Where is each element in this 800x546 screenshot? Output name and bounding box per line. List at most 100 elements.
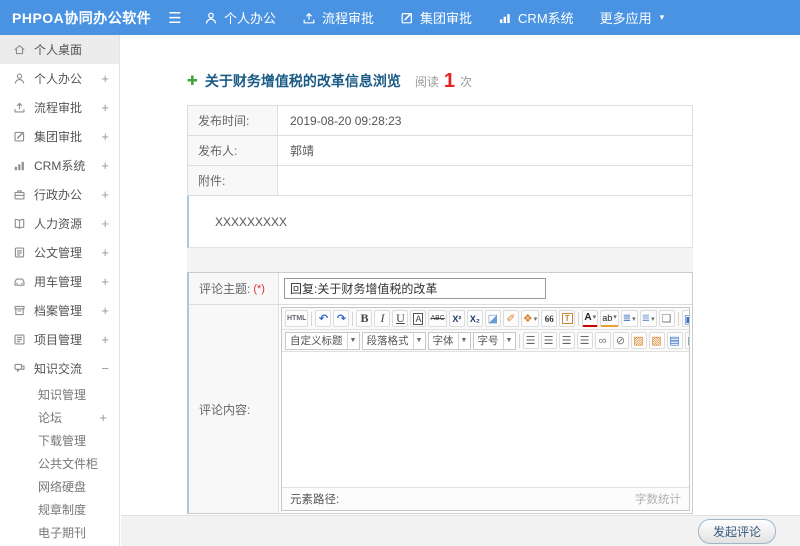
format-brush-button[interactable]: ✐: [502, 310, 519, 327]
undo-button[interactable]: ↶: [315, 310, 332, 327]
sidebar-item-knowledge-exchange[interactable]: 知识交流 −: [0, 354, 119, 383]
nav-item-group-approval[interactable]: 集团审批: [400, 8, 472, 27]
highlight-button[interactable]: ab ▾: [600, 310, 619, 327]
toolbar-separator: [677, 311, 679, 326]
user-icon: [12, 72, 27, 85]
comment-subject-input[interactable]: [284, 278, 546, 299]
font-size-select[interactable]: 字号 ▼: [472, 331, 516, 350]
top-nav: 个人办公 流程审批 集团审批 CRM系统 更多应用 ▾: [204, 8, 664, 27]
image-upload-button[interactable]: ▧: [648, 332, 665, 349]
blockquote-button[interactable]: 66: [541, 310, 558, 327]
font-family-select[interactable]: 字体 ▼: [427, 331, 471, 350]
book-icon: [12, 217, 27, 230]
editor-toolbar-row2: 自定义标题▼段落格式▼字体▼字号▼☰☰☰☰∞⊘▨▧▤▦: [282, 330, 689, 352]
project-icon: [12, 333, 27, 346]
toolbar-separator: [311, 311, 313, 326]
sidebar-item-admin-office[interactable]: 行政办公 +: [0, 180, 119, 209]
article-info-table: 发布时间: 2019-08-20 09:28:23 发布人: 郭靖 附件:: [187, 105, 693, 196]
sidebar-item-label: 行政办公: [34, 188, 83, 202]
superscript-button[interactable]: X²: [448, 310, 465, 327]
top-header: PHPOA协同办公软件 ☰ 个人办公 流程审批 集团审批 CRM系统 更多应用 ▾: [0, 0, 800, 35]
sidebar-subitem-e-journal[interactable]: 电子期刊: [0, 521, 119, 544]
align-justify-button[interactable]: ☰: [576, 332, 593, 349]
eraser-button[interactable]: ◪: [484, 310, 501, 327]
info-row: 附件:: [187, 165, 693, 196]
expand-plus-icon[interactable]: +: [101, 100, 109, 115]
paste-text-button[interactable]: T: [559, 310, 576, 327]
bold-button[interactable]: B: [356, 310, 373, 327]
nav-item-personal-office[interactable]: 个人办公: [204, 8, 276, 27]
expand-plus-icon[interactable]: +: [101, 129, 109, 144]
sidebar-item-vehicle-management[interactable]: 用车管理 +: [0, 267, 119, 296]
text-style-button[interactable]: ❖ ▾: [520, 310, 540, 327]
expand-plus-icon[interactable]: +: [101, 245, 109, 260]
char-border-button[interactable]: A: [410, 310, 427, 327]
sidebar-subitem-knowledge-management[interactable]: 知识管理: [0, 383, 119, 406]
strikethrough-button[interactable]: ABC: [428, 310, 447, 327]
submit-comment-button[interactable]: 发起评论: [697, 518, 776, 544]
nav-item-crm-system[interactable]: CRM系统: [498, 8, 574, 27]
sidebar-subitem-forum[interactable]: 论坛 +: [0, 406, 119, 429]
new-page-button[interactable]: ❏: [658, 310, 675, 327]
expand-plus-icon[interactable]: +: [101, 332, 109, 347]
font-color-button[interactable]: A ▾: [582, 310, 599, 327]
expand-plus-icon[interactable]: +: [101, 158, 109, 173]
sidebar-subitem-public-file-cabinet[interactable]: 公共文件柜: [0, 452, 119, 475]
comment-content-row: 评论内容: HTML ↶ ↷ B I U A ABC X² X₂ ◪ ✐ ❖ ▾ 66 T A ▾ ab ▾ ≣ ▾ ≣ ▾ ❏…: [189, 305, 692, 513]
article-content: XXXXXXXXX: [187, 196, 693, 248]
sidebar-subitem-download-management[interactable]: 下载管理: [0, 429, 119, 452]
sidebar-item-workflow-approval[interactable]: 流程审批 +: [0, 93, 119, 122]
sidebar-item-group-approval[interactable]: 集团审批 +: [0, 122, 119, 151]
menu-toggle-icon[interactable]: ☰: [158, 9, 192, 27]
italic-button[interactable]: I: [374, 310, 391, 327]
sidebar-subitem-rules-regulations[interactable]: 规章制度: [0, 498, 119, 521]
unordered-list-button[interactable]: ≣ ▾: [639, 310, 657, 327]
custom-heading-select[interactable]: 自定义标题 ▼: [285, 331, 360, 350]
html-source-button[interactable]: HTML: [285, 310, 309, 327]
sidebar-item-personal-desktop[interactable]: 个人桌面: [0, 35, 119, 64]
paragraph-format-select[interactable]: 段落格式 ▼: [361, 331, 426, 350]
nav-item-label: 集团审批: [420, 11, 473, 26]
sidebar-item-project-management[interactable]: 项目管理 +: [0, 325, 119, 354]
sidebar-item-crm-system[interactable]: CRM系统 +: [0, 151, 119, 180]
expand-plus-icon[interactable]: +: [99, 410, 107, 425]
media-button[interactable]: ▤: [666, 332, 683, 349]
nav-item-workflow-approval[interactable]: 流程审批: [302, 8, 374, 27]
sidebar-item-document-management[interactable]: 公文管理 +: [0, 238, 119, 267]
sidebar-subitem-network-disk[interactable]: 网络硬盘: [0, 475, 119, 498]
archive-icon: [12, 304, 27, 317]
align-right-button[interactable]: ☰: [558, 332, 575, 349]
link-button[interactable]: ∞: [594, 332, 611, 349]
expand-plus-icon[interactable]: +: [101, 71, 109, 86]
unlink-button[interactable]: ⊘: [612, 332, 629, 349]
nav-item-label: CRM系统: [518, 11, 574, 26]
image-button[interactable]: ▨: [630, 332, 647, 349]
required-mark: (*): [253, 282, 265, 295]
upload-icon: [12, 101, 27, 114]
expand-plus-icon[interactable]: +: [101, 187, 109, 202]
expand-plus-icon[interactable]: +: [101, 216, 109, 231]
ordered-list-button[interactable]: ≣ ▾: [620, 310, 638, 327]
nav-item-label: 更多应用: [599, 11, 652, 26]
table-button[interactable]: ▦: [684, 332, 689, 349]
align-left-button[interactable]: ☰: [522, 332, 539, 349]
nav-item-more-apps[interactable]: 更多应用 ▾: [600, 8, 665, 27]
underline-button[interactable]: U: [392, 310, 409, 327]
sidebar-item-label: 流程审批: [34, 101, 83, 115]
collapse-minus-icon[interactable]: −: [101, 361, 109, 376]
redo-button[interactable]: ↷: [333, 310, 350, 327]
info-row: 发布时间: 2019-08-20 09:28:23: [187, 105, 693, 136]
home-icon: [12, 43, 27, 56]
sidebar-item-human-resources[interactable]: 人力资源 +: [0, 209, 119, 238]
info-value: 郭靖: [277, 135, 693, 166]
sidebar-item-archive-management[interactable]: 档案管理 +: [0, 296, 119, 325]
editor-body[interactable]: [282, 352, 689, 487]
align-center-button[interactable]: ☰: [540, 332, 557, 349]
sidebar-item-personal-office[interactable]: 个人办公 +: [0, 64, 119, 93]
subscript-button[interactable]: X₂: [466, 310, 483, 327]
fullscreen-button[interactable]: ▣: [681, 310, 689, 327]
edit-square-icon: [400, 11, 414, 25]
custom-heading-select-label: 自定义标题: [290, 335, 343, 347]
expand-plus-icon[interactable]: +: [101, 274, 109, 289]
expand-plus-icon[interactable]: +: [101, 303, 109, 318]
